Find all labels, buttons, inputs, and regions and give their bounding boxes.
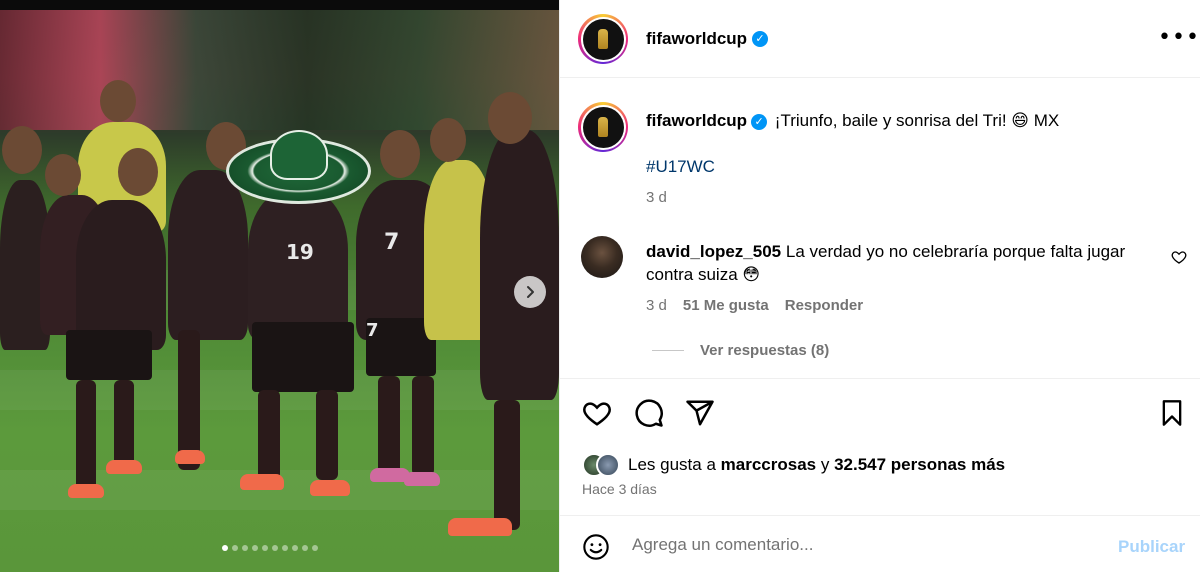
carousel-dot: [232, 545, 238, 551]
likes-count[interactable]: 32.547 personas más: [834, 455, 1005, 475]
likes-prefix: Les gusta a: [628, 455, 716, 474]
media-top-bar: [0, 0, 559, 10]
like-heart-icon[interactable]: [582, 398, 612, 428]
stadium-background: [0, 10, 559, 130]
player-leg: [114, 380, 134, 470]
comment-time: 3 d: [646, 297, 667, 314]
shoe: [448, 518, 512, 536]
player: [76, 200, 166, 350]
hashtag-link[interactable]: #U17WC: [646, 157, 715, 177]
player-head: [488, 92, 532, 144]
view-replies-label: Ver respuestas (8): [700, 342, 830, 359]
caption-text: ¡Triunfo, baile y sonrisa del Tri! 😄 MX: [774, 111, 1060, 130]
shoe: [310, 480, 350, 496]
post-panel: fifaworldcup ✓ ••• fifaworldcup ✓ ¡Triunf…: [559, 0, 1200, 572]
commenter-avatar[interactable]: [581, 236, 623, 278]
liker-avatar[interactable]: [596, 453, 620, 477]
sombrero-crown: [270, 130, 328, 180]
jersey-number: 19: [286, 240, 314, 264]
view-replies-button[interactable]: Ver respuestas (8): [652, 342, 829, 359]
player-head: [100, 80, 136, 122]
post-header: fifaworldcup ✓ •••: [560, 0, 1200, 78]
player-leg: [178, 330, 200, 470]
player-head: [118, 148, 158, 196]
comment-like-heart-icon[interactable]: [1171, 249, 1187, 265]
player-leg: [258, 390, 280, 480]
player-head: [45, 154, 81, 196]
shorts: [252, 322, 354, 392]
shoe: [68, 484, 104, 498]
player-leg: [378, 376, 400, 476]
carousel-dot: [272, 545, 278, 551]
emoji-smiley-icon[interactable]: [582, 533, 610, 561]
chevron-right-icon: [527, 286, 534, 298]
player-leg: [76, 380, 96, 490]
comment-input[interactable]: [632, 531, 1102, 559]
player-head: [430, 118, 466, 162]
carousel-dot: [242, 545, 248, 551]
comment-meta: 3 d 51 Me gusta Responder: [646, 297, 863, 314]
carousel-dots: [222, 545, 318, 551]
comment-bubble-icon[interactable]: [634, 398, 664, 428]
caption-username[interactable]: fifaworldcup: [646, 111, 747, 130]
author-avatar[interactable]: [578, 14, 628, 64]
comment-likes[interactable]: 51 Me gusta: [683, 297, 769, 314]
post-caption: fifaworldcup ✓ ¡Triunfo, baile y sonrisa …: [646, 111, 1059, 131]
verified-badge-icon: ✓: [752, 31, 768, 47]
caption-time: 3 d: [646, 189, 667, 206]
trophy-icon: [598, 29, 608, 49]
player: [248, 190, 348, 340]
carousel-dot: [302, 545, 308, 551]
verified-badge-icon: ✓: [751, 113, 768, 130]
caption-author-avatar[interactable]: [578, 102, 628, 152]
carousel-dot: [252, 545, 258, 551]
comment: david_lopez_505 La verdad yo no celebrar…: [646, 240, 1166, 286]
save-bookmark-icon[interactable]: [1158, 398, 1186, 428]
replies-divider: [652, 350, 684, 351]
reply-button[interactable]: Responder: [785, 297, 863, 314]
shorts: [66, 330, 152, 380]
shoe: [240, 474, 284, 490]
carousel-dot: [222, 545, 228, 551]
author-username[interactable]: fifaworldcup: [646, 29, 747, 49]
commenter-username[interactable]: david_lopez_505: [646, 242, 781, 261]
likes-summary: Les gusta a marccrosas y 32.547 personas…: [582, 453, 1005, 477]
share-paper-plane-icon[interactable]: [685, 398, 715, 428]
carousel-dot: [262, 545, 268, 551]
shoe: [175, 450, 205, 464]
player: [168, 170, 248, 340]
posted-time: Hace 3 días: [582, 481, 657, 497]
jersey-number: 7: [384, 230, 400, 255]
jersey-number: 7: [366, 320, 379, 341]
player: [480, 130, 559, 400]
carousel-dot: [312, 545, 318, 551]
post-media[interactable]: 8 19 7 7: [0, 0, 559, 572]
trophy-icon: [598, 117, 608, 137]
player-leg: [494, 400, 520, 530]
add-comment-bar: Publicar: [560, 517, 1200, 572]
post-actions: Les gusta a marccrosas y 32.547 personas…: [560, 378, 1200, 516]
carousel-dot: [292, 545, 298, 551]
shoe: [404, 472, 440, 486]
post-photo: 8 19 7 7: [0, 10, 559, 572]
likes-joiner: y: [820, 455, 830, 474]
player-leg: [412, 376, 434, 476]
carousel-dot: [282, 545, 288, 551]
liker-username[interactable]: marccrosas: [721, 455, 816, 475]
player-head: [380, 130, 420, 178]
publish-button[interactable]: Publicar: [1118, 537, 1185, 557]
player-head: [2, 126, 42, 174]
carousel-next-button[interactable]: [514, 276, 546, 308]
more-options-icon[interactable]: •••: [1158, 27, 1200, 49]
player-leg: [316, 390, 338, 480]
shoe: [106, 460, 142, 474]
